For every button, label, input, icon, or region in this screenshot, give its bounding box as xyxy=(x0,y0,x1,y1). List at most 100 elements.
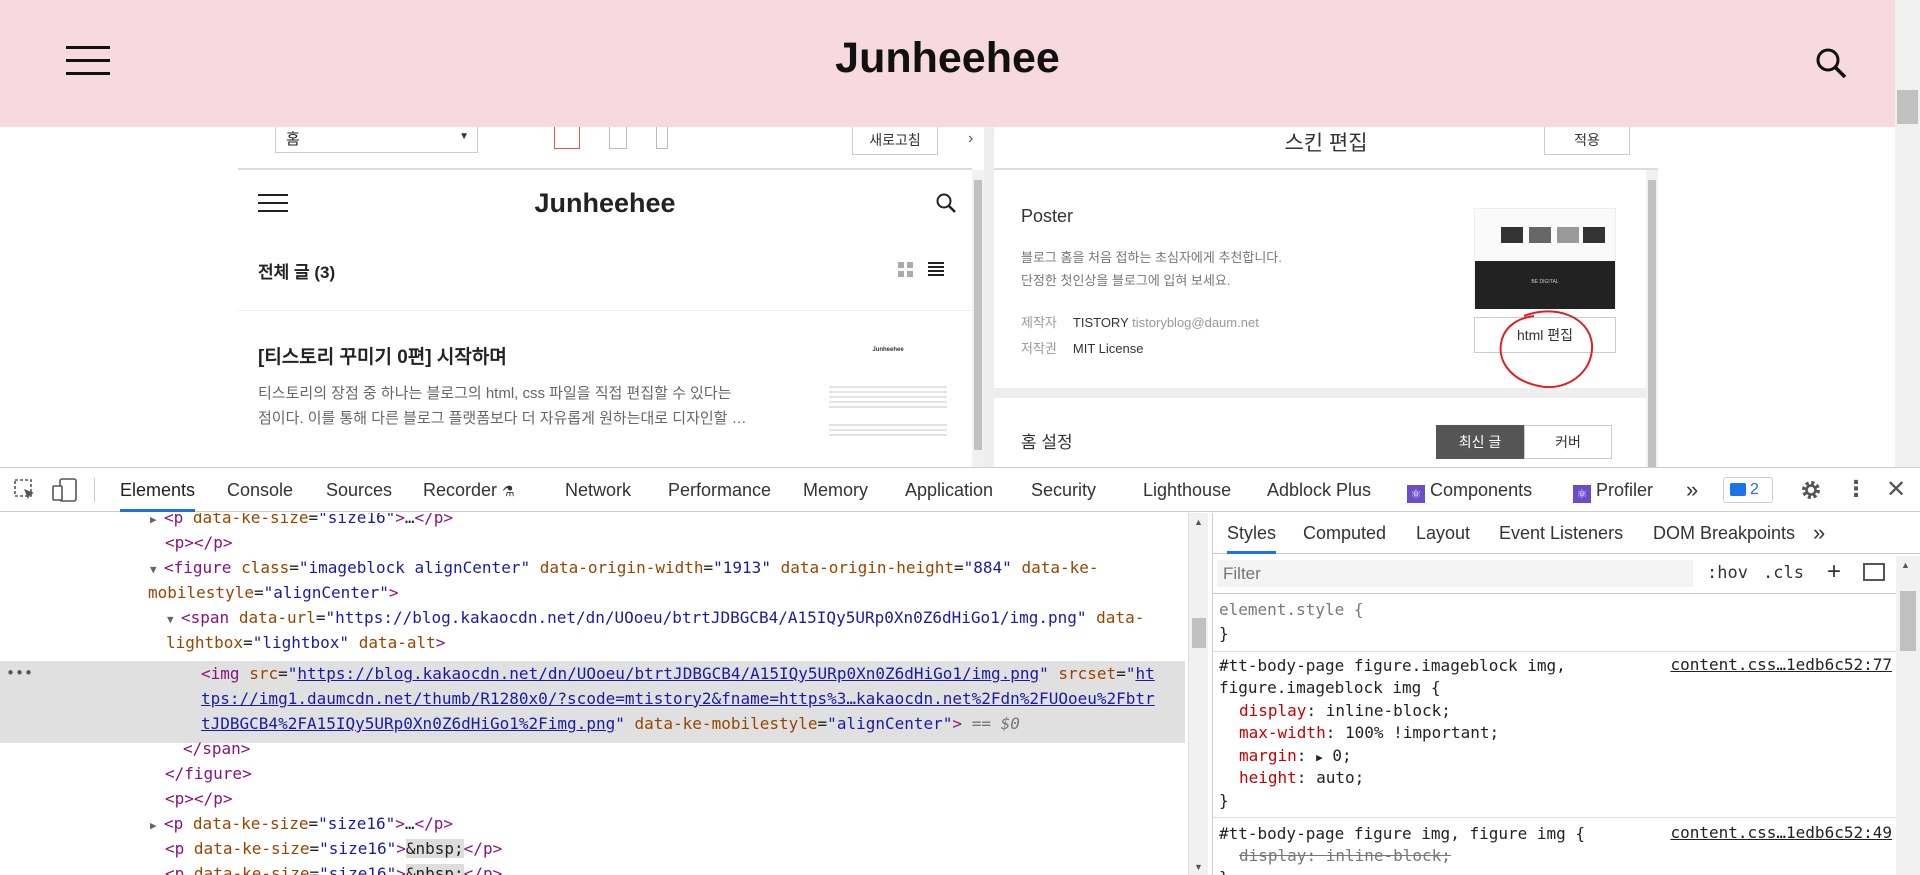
skin-meta: 제작자 TISTORY tistoryblog@daum.net 저작권 MIT L… xyxy=(1021,310,1259,362)
img-src-link[interactable]: https://blog.kakaocdn.net/dn/UOoeu/btrtJ… xyxy=(297,664,1039,683)
expand-arrow-icon[interactable]: ▶ xyxy=(1316,751,1323,764)
styles-scrollbar[interactable]: ▲ xyxy=(1896,556,1920,875)
dom-scrollbar[interactable]: ▲ ▼ xyxy=(1188,513,1208,875)
post-thumbnail[interactable]: Junheehee xyxy=(823,342,953,467)
devtools: Elements Console Sources Recorder ⚗ Netw… xyxy=(0,467,1920,875)
css-declaration[interactable]: margin: ▶ 0; xyxy=(1239,745,1352,770)
preview-search-icon[interactable] xyxy=(935,192,957,219)
tab-layout[interactable]: Layout xyxy=(1416,513,1470,554)
tab-console[interactable]: Console xyxy=(227,468,293,512)
tab-styles[interactable]: Styles xyxy=(1227,513,1277,554)
dom-line[interactable]: </figure> xyxy=(165,761,252,786)
blog-title[interactable]: Junheehee xyxy=(0,34,1895,83)
post-title[interactable]: [티스토리 꾸미기 0편] 시작하며 xyxy=(258,342,507,369)
tab-adblock-plus[interactable]: Adblock Plus xyxy=(1267,468,1371,512)
dom-line[interactable]: <p data-ke-size="size16">&nbsp;</p> xyxy=(165,861,502,875)
styles-filter-row: :hov .cls + xyxy=(1213,554,1920,594)
tab-dom-breakpoints[interactable]: DOM Breakpoints xyxy=(1653,513,1795,554)
tab-security[interactable]: Security xyxy=(1031,468,1096,512)
css-declaration[interactable]: display: inline-block; xyxy=(1239,700,1451,723)
rule2-selector: #tt-body-page figure img, figure img { xyxy=(1219,824,1586,843)
more-tabs-icon[interactable]: » xyxy=(1813,513,1825,554)
css-declaration[interactable]: max-width: 100% !important; xyxy=(1239,722,1499,745)
device-toolbar-icon[interactable] xyxy=(52,478,78,507)
dom-line-selected[interactable]: <img src="https://blog.kakaocdn.net/dn/U… xyxy=(201,661,1155,686)
preview-scrollbar[interactable] xyxy=(972,170,984,467)
dom-line[interactable]: <p></p> xyxy=(165,786,232,811)
tab-lighthouse[interactable]: Lighthouse xyxy=(1143,468,1231,512)
expand-arrow-icon[interactable]: ▶ xyxy=(150,513,164,532)
blog-preview: Junheehee 전체 글 (3) [티스토리 꾸미기 0편] 시작하며 티스… xyxy=(238,170,972,467)
page-scrollbar[interactable] xyxy=(1895,0,1920,467)
refresh-button[interactable]: 새로고침 xyxy=(852,127,938,155)
flask-icon: ⚗ xyxy=(502,483,515,499)
rule1-source-link[interactable]: content.css…1edb6c52:77 xyxy=(1670,655,1892,674)
desc-line: 단정한 첫인상을 블로그에 입혀 보세요. xyxy=(1021,273,1231,288)
dom-line[interactable]: ▼ <span data-url="https://blog.kakaocdn.n… xyxy=(167,605,1144,632)
skin-info-card: Poster 블로그 홈을 처음 접하는 초심자에게 추천합니다. 단정한 첫인… xyxy=(994,170,1646,389)
new-style-rule-icon[interactable]: + xyxy=(1827,558,1841,586)
hov-toggle[interactable]: :hov xyxy=(1707,563,1748,583)
panel-gap xyxy=(984,127,994,467)
rule-close: } xyxy=(1219,791,1229,810)
latest-posts-tab[interactable]: 최신 글 xyxy=(1436,425,1524,459)
collapse-arrow-icon[interactable]: ▼ xyxy=(150,557,164,582)
dom-line[interactable]: ▶ <p data-ke-size="size16">…</p> xyxy=(150,811,453,838)
dom-line[interactable]: <p data-ke-size="size16">&nbsp;</p> xyxy=(165,836,502,861)
tablet-view-icon[interactable] xyxy=(609,127,627,149)
search-icon[interactable] xyxy=(1814,46,1848,85)
tab-performance[interactable]: Performance xyxy=(668,468,771,512)
skin-panel-scrollbar[interactable] xyxy=(1646,170,1658,467)
css-declaration-overridden[interactable]: display: inline-block; xyxy=(1239,845,1451,868)
tab-network[interactable]: Network xyxy=(565,468,631,512)
scroll-up-icon[interactable]: ▲ xyxy=(1901,560,1910,570)
tab-computed[interactable]: Computed xyxy=(1303,513,1386,554)
scroll-down-icon[interactable]: ▼ xyxy=(1194,862,1203,872)
tab-recorder[interactable]: Recorder ⚗ xyxy=(423,468,515,512)
section-separator xyxy=(994,388,1646,398)
settings-gear-icon[interactable] xyxy=(1799,478,1823,507)
styles-filter-input[interactable] xyxy=(1217,560,1693,587)
desc-line: 블로그 홈을 처음 접하는 초심자에게 추천합니다. xyxy=(1021,250,1282,265)
toggle-sidebar-icon[interactable] xyxy=(1863,563,1885,581)
scroll-up-icon[interactable]: ▲ xyxy=(1194,517,1203,527)
expand-arrow-icon[interactable]: ▶ xyxy=(150,813,164,838)
view-toggle[interactable] xyxy=(898,260,948,283)
tab-profiler[interactable]: ⚛ Profiler xyxy=(1573,468,1653,512)
chevron-right-icon[interactable]: › xyxy=(968,130,973,148)
author-label: 제작자 xyxy=(1021,315,1057,330)
more-tabs-icon[interactable]: » xyxy=(1686,468,1698,512)
rule2-source-link[interactable]: content.css…1edb6c52:49 xyxy=(1670,823,1892,842)
close-icon[interactable]: ✕ xyxy=(1886,475,1906,504)
styles-tabbar: Styles Computed Layout Event Listeners D… xyxy=(1213,513,1920,554)
react-icon: ⚛ xyxy=(1573,485,1591,503)
apply-button[interactable]: 적용 xyxy=(1544,127,1630,155)
css-declaration[interactable]: height: auto; xyxy=(1239,767,1364,790)
issues-button[interactable]: 2 xyxy=(1723,477,1773,503)
tab-components[interactable]: ⚛ Components xyxy=(1407,468,1532,512)
cls-toggle[interactable]: .cls xyxy=(1763,563,1804,583)
excerpt-line: 점이다. 이를 통해 다른 블로그 플랫폼보다 더 자유롭게 원하는대로 디자인… xyxy=(258,410,747,427)
tab-sources[interactable]: Sources xyxy=(326,468,392,512)
mobile-view-icon[interactable] xyxy=(656,127,668,149)
collapse-arrow-icon[interactable]: ▼ xyxy=(167,607,181,632)
tab-elements[interactable]: Elements xyxy=(120,468,196,512)
cover-tab[interactable]: 커버 xyxy=(1524,425,1612,459)
dom-line[interactable]: ▼ <figure class="imageblock alignCenter" … xyxy=(150,555,1099,582)
desktop-view-icon[interactable] xyxy=(554,127,580,149)
page-select[interactable]: 홈 ▼ xyxy=(275,127,478,153)
inspect-element-icon[interactable] xyxy=(13,478,37,507)
srcset-link[interactable]: tps://img1.daumcdn.net/thumb/R1280x0/?sc… xyxy=(201,689,1155,708)
skin-editor-screenshot: 홈 ▼ 새로고침 › Junheehee 전체 글 (3) [티스토리 꾸미기 0… xyxy=(238,127,1658,467)
dom-line[interactable]: <p></p> xyxy=(165,530,232,555)
dom-line-wrap: mobilestyle="alignCenter"> xyxy=(148,583,399,602)
dom-line[interactable]: </span> xyxy=(183,736,250,761)
tab-event-listeners[interactable]: Event Listeners xyxy=(1499,513,1623,554)
kebab-menu-icon[interactable]: ⋮ xyxy=(1845,476,1867,502)
home-setting-title: 홈 설정 xyxy=(1021,433,1073,452)
tab-memory[interactable]: Memory xyxy=(803,468,868,512)
preview-blog-title[interactable]: Junheehee xyxy=(238,188,972,219)
tab-application[interactable]: Application xyxy=(905,468,993,512)
node-actions-ellipsis[interactable]: ••• xyxy=(6,661,33,686)
page-select-value: 홈 xyxy=(286,131,300,148)
